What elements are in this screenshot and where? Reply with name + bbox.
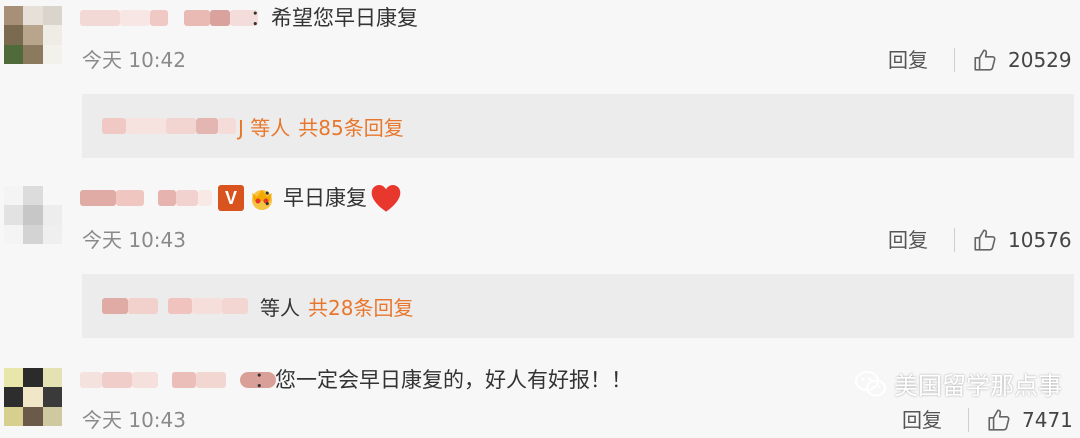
username-blurred[interactable]: V (80, 182, 276, 214)
like-count: 7471 (1022, 408, 1073, 432)
watermark-text: 美国留学那点事 (894, 372, 1062, 400)
avatar[interactable] (4, 186, 62, 244)
replies-who: 等人 (260, 295, 300, 320)
comment-text: ：希望您早日康复 (250, 6, 418, 30)
reply-button[interactable]: 回复 (888, 226, 928, 254)
comment-time: 今天 10:43 (82, 408, 186, 432)
comment-text-body: ：早日康复 (262, 186, 367, 210)
replies-summary[interactable]: J 等人 共85条回复 (82, 94, 1074, 158)
divider (968, 408, 969, 432)
wechat-icon (855, 370, 886, 396)
replies-count[interactable]: 共85条回复 (298, 112, 403, 141)
divider (954, 228, 955, 252)
reply-button[interactable]: 回复 (888, 46, 928, 74)
like-count: 20529 (1008, 48, 1072, 72)
like-button[interactable]: 7471 (986, 406, 1073, 434)
like-button[interactable]: 20529 (972, 46, 1072, 74)
comment-text: ：早日康复 (262, 182, 403, 214)
comment-text: ：您一定会早日康复的，好人有好报！！ (254, 368, 632, 392)
replies-summary[interactable]: 等人 共28条回复 (82, 274, 1074, 338)
comment-time: 今天 10:43 (82, 228, 186, 252)
heart-icon (371, 185, 401, 212)
thumbs-up-icon (988, 409, 1010, 431)
like-count: 10576 (1008, 228, 1072, 252)
replies-who: J 等人 (238, 115, 291, 140)
replies-count[interactable]: 共28条回复 (308, 292, 413, 321)
username-blurred[interactable] (80, 364, 276, 396)
thumbs-up-icon (974, 229, 996, 251)
avatar[interactable] (4, 368, 62, 426)
watermark: 美国留学那点事 (854, 366, 1062, 401)
username-blurred[interactable] (80, 2, 258, 34)
reply-button[interactable]: 回复 (902, 406, 942, 434)
thumbs-up-icon (974, 49, 996, 71)
avatar[interactable] (4, 6, 62, 64)
verified-v-badge: V (218, 185, 244, 211)
comment-time: 今天 10:42 (82, 48, 186, 72)
divider (954, 48, 955, 72)
like-button[interactable]: 10576 (972, 226, 1072, 254)
